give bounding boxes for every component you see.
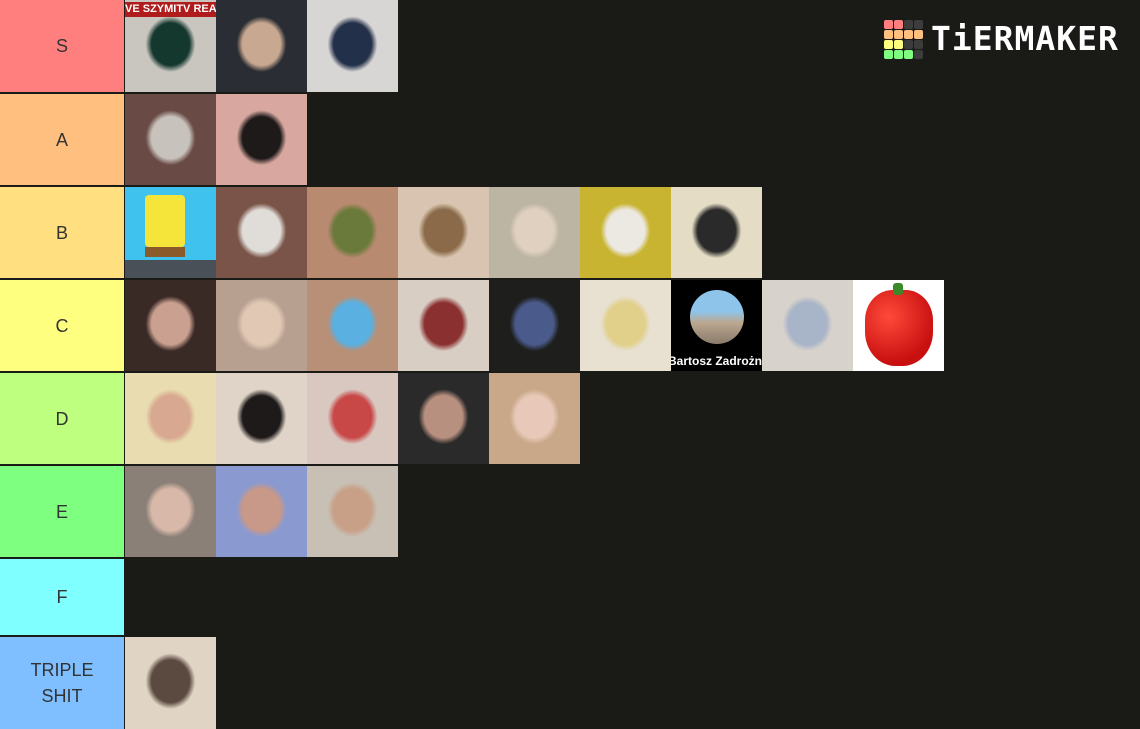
tier-item-cat-filter-face[interactable] (398, 280, 489, 371)
tier-item-bald-boy-shouting[interactable] (216, 373, 307, 464)
tier-item-girl-curly-hair[interactable] (762, 280, 853, 371)
logo-square (904, 39, 913, 49)
tier-item-boy-buzzcut[interactable] (307, 466, 398, 557)
tier-item-eye-closeup[interactable] (216, 187, 307, 278)
tier-item-monkey-filter-face[interactable] (216, 466, 307, 557)
tier-label[interactable]: F (0, 559, 124, 635)
tier-label[interactable]: D (0, 373, 124, 464)
tier-item-szymitv-reaction-thumbnail[interactable]: VE SZYMITV REACTIO (125, 0, 216, 92)
thumbnail-caption: VE SZYMITV REACTIO (125, 2, 216, 17)
tier-item-surprised-face[interactable] (216, 94, 307, 185)
logo-square (904, 49, 913, 59)
tier-item-nostril-closeup[interactable] (125, 94, 216, 185)
logo-square (894, 49, 903, 59)
tier-item-boy-red-headphones[interactable] (307, 373, 398, 464)
tier-row-a: A (0, 94, 1140, 185)
tier-label[interactable]: A (0, 94, 124, 185)
tier-item-boy-undercut[interactable] (216, 280, 307, 371)
tier-label[interactable]: C (0, 280, 124, 371)
pepper-shape (865, 290, 933, 366)
tier-item-boy-glasses-mustache[interactable] (671, 187, 762, 278)
spongebob-body (145, 195, 185, 247)
tier-label[interactable]: E (0, 466, 124, 557)
tier-item-boy-blond-closeup[interactable] (125, 373, 216, 464)
logo-square (884, 29, 893, 39)
tier-item-upside-down-face[interactable] (398, 187, 489, 278)
tier-item-girl-dark-hair[interactable] (125, 280, 216, 371)
logo-square (894, 29, 903, 39)
logo-square (914, 39, 923, 49)
tier-row-b: B (0, 187, 1140, 278)
tier-item-profile-bartosz[interactable]: Bartosz Zadrożn (671, 280, 762, 371)
tier-item-boy-grey-hoodie-jacket[interactable] (307, 0, 398, 92)
profile-photo-circle (690, 290, 744, 344)
spongebob-pants (145, 247, 185, 257)
logo-square (894, 19, 903, 29)
tier-items-dropzone[interactable] (124, 373, 1140, 464)
tier-item-red-bell-pepper[interactable] (853, 280, 944, 371)
tier-item-boy-brown-hair[interactable] (125, 466, 216, 557)
tier-item-boy-dark-hoodie[interactable] (216, 0, 307, 92)
logo-square (914, 19, 923, 29)
logo-square (904, 29, 913, 39)
tier-item-boy-looking-down[interactable] (125, 637, 216, 729)
tier-item-cannabis-buds[interactable] (307, 187, 398, 278)
tier-items-dropzone[interactable]: Bartosz Zadrożn (124, 280, 1140, 371)
tier-item-boy-dark-room[interactable] (398, 373, 489, 464)
tier-row-f: F (0, 559, 1140, 635)
tier-item-scrambled-noodles[interactable] (580, 280, 671, 371)
logo-square (884, 39, 893, 49)
tier-item-boy-white-hoodie[interactable] (580, 187, 671, 278)
logo-square (884, 19, 893, 29)
tiermaker-logo[interactable]: TiERMAKER (884, 19, 1119, 59)
tier-label[interactable]: B (0, 187, 124, 278)
tier-label[interactable]: S (0, 0, 124, 92)
tier-row-e: E (0, 466, 1140, 557)
logo-square (884, 49, 893, 59)
tier-items-dropzone[interactable] (124, 466, 1140, 557)
tier-item-boy-long-blond-hair[interactable] (489, 373, 580, 464)
logo-square (904, 19, 913, 29)
pepper-stem (893, 283, 903, 295)
tier-row-d: D (0, 373, 1140, 464)
logo-square (914, 29, 923, 39)
spongebob-ground (125, 260, 216, 278)
tier-label[interactable]: TRIPLE SHIT (0, 637, 124, 729)
tier-item-snoop-dogg[interactable] (307, 280, 398, 371)
tier-items-dropzone[interactable] (124, 94, 1140, 185)
logo-square (914, 49, 923, 59)
logo-grid-icon (884, 19, 923, 59)
tier-item-shaved-head-boy[interactable] (489, 187, 580, 278)
tier-item-smurf-figure[interactable] (489, 280, 580, 371)
tier-items-dropzone[interactable] (124, 187, 1140, 278)
tier-items-dropzone[interactable] (124, 637, 1140, 729)
tier-row-c: C Bartosz Zadrożn (0, 280, 1140, 371)
tier-item-spongebob[interactable] (125, 187, 216, 278)
logo-text: TiERMAKER (931, 19, 1119, 58)
profile-name-caption: Bartosz Zadrożn (671, 354, 762, 368)
logo-square (894, 39, 903, 49)
tier-items-dropzone[interactable] (124, 559, 1140, 635)
tier-row-triple-shit: TRIPLE SHIT (0, 637, 1140, 729)
